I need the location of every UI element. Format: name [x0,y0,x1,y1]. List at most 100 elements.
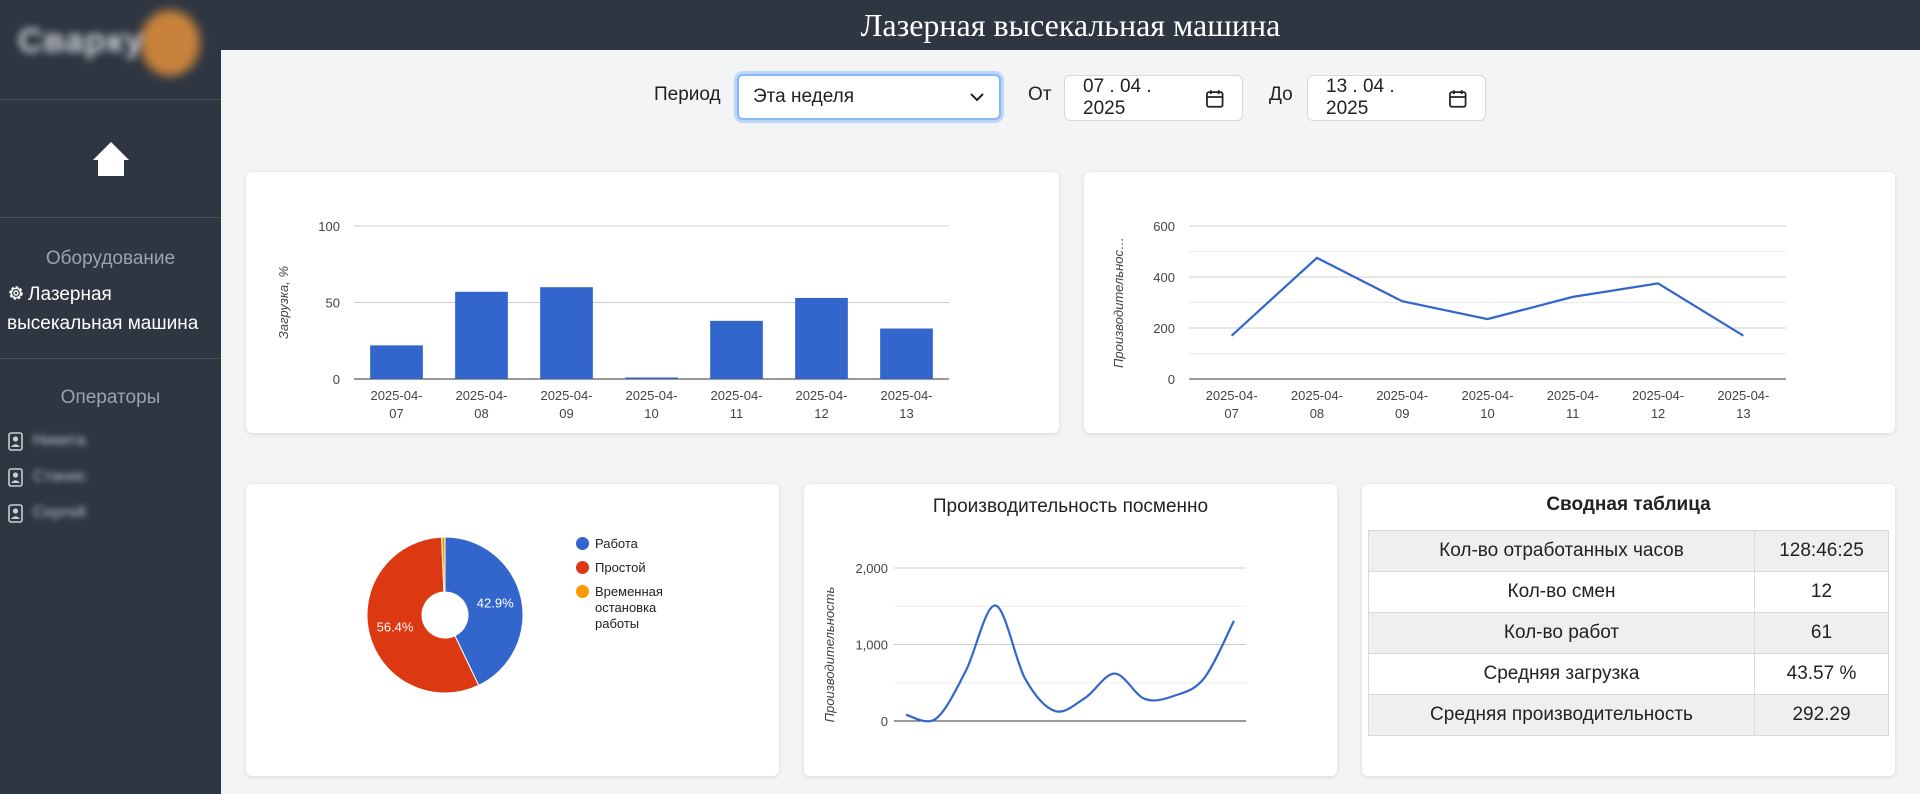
user-badge-icon [8,467,23,487]
page-header: Лазерная высекальная машина [221,0,1920,50]
logo-text: Сварку [18,22,145,60]
equipment-section-title: Оборудование [45,248,176,269]
x-tick-label: 2025-04-13 [1717,388,1769,421]
series-line [905,604,1235,723]
x-tick-label: 2025-04-08 [1291,388,1343,421]
slice-label: 42.9% [477,596,514,611]
summary-value: 292.29 [1754,694,1889,736]
legend-label: Работа [595,536,638,551]
sidebar: Сварку Оборудование Лазерная высекальная… [0,0,221,794]
x-tick-label: 2025-04-08 [455,388,507,421]
x-tick-label: 2025-04-09 [1376,388,1428,421]
period-select-value: Эта неделя [753,86,855,107]
status-donut-chart: 42.9% 56.4% [366,536,524,694]
legend-swatch [576,561,589,574]
home-button[interactable] [0,100,221,218]
shift-productivity-chart: 0 1,000 2,000 Производительность [822,561,1246,729]
bar [370,345,423,379]
operator-name: Никита [33,432,86,449]
logo[interactable]: Сварку [0,0,221,100]
load-chart-card: 0 50 100 Загрузка, % 2025-04-07 2025-04-08 202… [246,172,1059,433]
bar [880,328,933,379]
bar [540,287,593,379]
y-tick-label: 0 [881,714,888,729]
operator-item[interactable]: Станис [0,459,221,495]
home-icon [92,141,129,176]
y-tick-label: 600 [1153,219,1175,234]
load-bar-chart: 0 50 100 Загрузка, % 2025-04-07 2025-04-08 202… [276,219,949,421]
summary-card: Сводная таблица Кол-во отработанных часо… [1362,484,1895,776]
page-title: Лазерная высекальная машина [860,7,1281,43]
date-to-input[interactable]: 13 . 04 . 2025 [1307,75,1486,121]
table-row: Кол-во отработанных часов 128:46:25 [1368,530,1889,572]
summary-value: 12 [1754,571,1889,613]
table-row: Кол-во смен 12 [1368,571,1889,613]
operator-item[interactable]: Никита [0,423,221,459]
table-row: Кол-во работ 61 [1368,612,1889,654]
x-tick-label: 2025-04-10 [625,388,677,421]
productivity-chart-card: 0 200 400 600 Производительнос… 2025-04-07 202… [1084,172,1895,433]
summary-value: 43.57 % [1754,653,1889,695]
operator-item[interactable]: Сергей [0,495,221,531]
y-tick-label: 0 [333,372,340,387]
y-axis-label: Производительнос… [1111,237,1126,368]
from-label: От [1028,84,1052,105]
x-tick-label: 2025-04-12 [1632,388,1684,421]
x-tick-label: 2025-04-11 [710,388,762,421]
y-tick-label: 100 [318,219,340,234]
y-tick-label: 50 [326,296,340,311]
summary-title: Сводная таблица [1546,494,1711,515]
bar [795,297,848,379]
summary-label: Кол-во отработанных часов [1368,530,1755,572]
y-tick-label: 200 [1153,321,1175,336]
series-line [1230,256,1744,337]
period-label: Период [654,84,721,105]
sidebar-item-laser-machine[interactable]: Лазерная высекальная машина [0,270,221,338]
chevron-down-icon [970,93,984,102]
operators-section-title: Операторы [60,387,161,408]
table-row: Средняя производительность 292.29 [1368,694,1889,736]
pie-legend: Работа Простой Временная остановка работ… [576,536,675,640]
summary-label: Кол-во работ [1368,612,1755,654]
summary-label: Средняя загрузка [1368,653,1755,695]
calendar-icon[interactable] [1449,89,1467,108]
period-select[interactable]: Эта неделя [737,74,1001,120]
sidebar-divider [0,358,221,359]
x-tick-label: 2025-04-13 [880,388,932,421]
legend-swatch [576,585,589,598]
shift-productivity-card: Производительность посменно 0 1,000 2,000 П… [804,484,1337,776]
y-tick-label: 2,000 [855,561,888,576]
summary-value: 128:46:25 [1754,530,1889,572]
date-from-input[interactable]: 07 . 04 . 2025 [1064,75,1243,121]
gear-icon [9,286,23,300]
slice-label: 56.4% [377,619,414,634]
x-tick-label: 2025-04-10 [1461,388,1513,421]
bar [710,320,763,379]
user-badge-icon [8,431,23,451]
x-tick-label: 2025-04-07 [370,388,422,421]
calendar-icon[interactable] [1206,89,1224,108]
y-axis-label: Загрузка, % [276,266,291,339]
operator-list: Никита Станис Сергей [0,423,221,531]
date-to-value: 13 . 04 . 2025 [1326,76,1395,119]
y-tick-label: 400 [1153,270,1175,285]
y-tick-label: 1,000 [855,638,888,653]
y-axis-label: Производительность [822,587,837,723]
legend-label: Простой [595,560,646,575]
x-tick-label: 2025-04-07 [1206,388,1258,421]
summary-value: 61 [1754,612,1889,654]
summary-table: Кол-во отработанных часов 128:46:25 Кол-в… [1368,530,1889,736]
legend-item: Работа [576,536,675,552]
x-tick-label: 2025-04-12 [795,388,847,421]
user-badge-icon [8,503,23,523]
y-tick-label: 0 [1168,372,1175,387]
to-label: До [1269,84,1293,105]
sidebar-item-label: Лазерная высекальная машина [7,284,199,334]
operator-name: Станис [33,468,87,485]
x-tick-label: 2025-04-11 [1547,388,1599,421]
legend-item: Временная остановка работы [576,584,675,632]
table-row: Средняя загрузка 43.57 % [1368,653,1889,695]
status-pie-card: 42.9% 56.4% Работа Простой Временная оста… [246,484,779,776]
logo-mark [140,10,200,76]
productivity-line-chart: 0 200 400 600 Производительнос… 2025-04-07 202… [1111,219,1786,421]
